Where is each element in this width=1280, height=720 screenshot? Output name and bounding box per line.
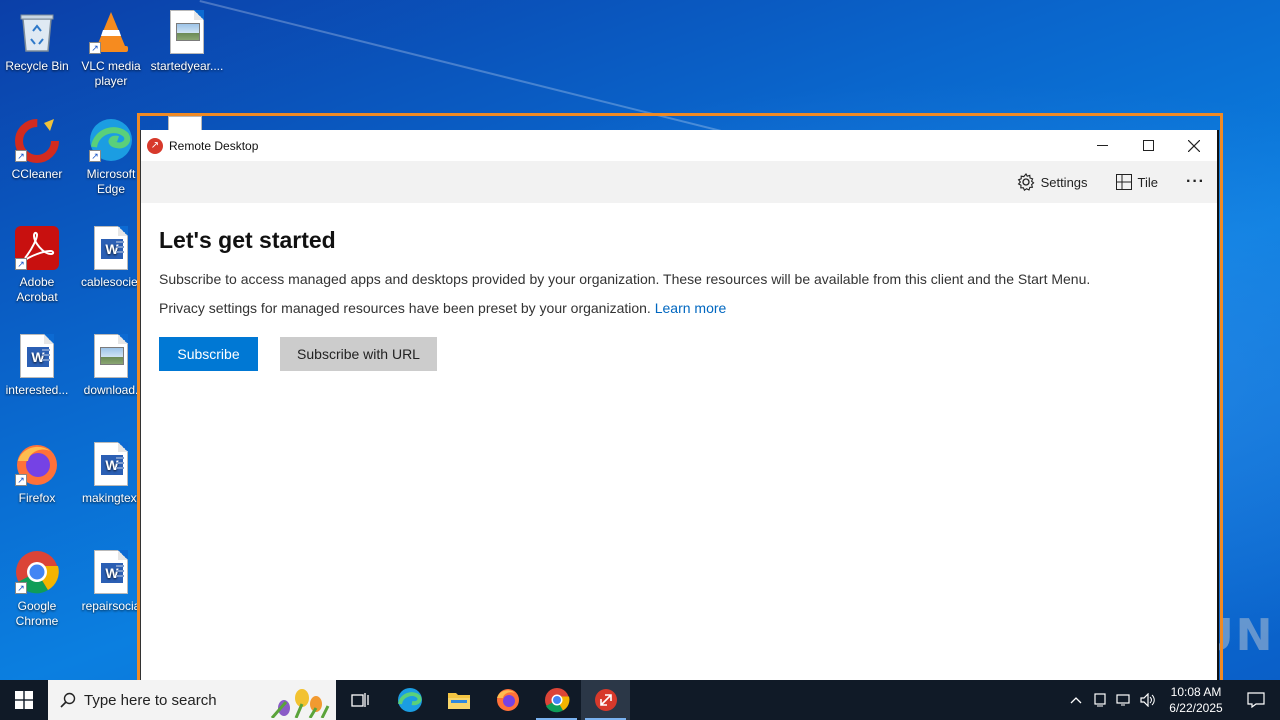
- shortcut-arrow-icon: ↗: [15, 258, 27, 270]
- ccleaner-icon: ↗: [13, 116, 61, 164]
- shortcut-arrow-icon: ↗: [15, 150, 27, 162]
- system-tray: 10:08 AM 6/22/2025: [1064, 680, 1280, 720]
- page-heading: Let's get started: [159, 227, 336, 253]
- maximize-icon: [1142, 140, 1154, 151]
- desktop-icon-recycle-bin[interactable]: Recycle Bin: [0, 8, 74, 74]
- shortcut-arrow-icon: ↗: [15, 474, 27, 486]
- task-view-button[interactable]: [336, 680, 385, 720]
- vlc-cone-icon: ↗: [87, 8, 135, 56]
- subscribe-description: Subscribe to access managed apps and des…: [159, 271, 1091, 287]
- taskbar-clock[interactable]: 10:08 AM 6/22/2025: [1166, 684, 1226, 716]
- action-buttons: Subscribe Subscribe with URL: [159, 337, 1199, 371]
- recycle-bin-icon: [13, 8, 61, 56]
- learn-more-link[interactable]: Learn more: [655, 300, 727, 316]
- word-document-icon: W: [87, 548, 135, 596]
- start-button[interactable]: [0, 680, 48, 720]
- remote-desktop-window: ↗ Remote Desktop Settings Tile ··· Let's…: [140, 130, 1219, 680]
- firefox-icon: ↗: [13, 440, 61, 488]
- more-options-button[interactable]: ···: [1186, 173, 1205, 191]
- search-placeholder: Type here to search: [84, 691, 217, 709]
- speaker-icon: [1140, 693, 1155, 707]
- volume-button[interactable]: [1136, 693, 1160, 707]
- window-title: Remote Desktop: [169, 138, 259, 153]
- gear-icon: [1017, 173, 1035, 191]
- shortcut-arrow-icon: ↗: [15, 582, 27, 594]
- microsoft-edge-icon: ↗: [87, 116, 135, 164]
- taskbar-chrome[interactable]: [532, 680, 581, 720]
- desktop-icon-label: interested...: [5, 383, 69, 397]
- taskbar: Type here to search 10:08 AM 6/22/2025: [0, 680, 1280, 720]
- network-icon: [1116, 694, 1130, 706]
- desktop-icon-label: Firefox: [18, 491, 56, 505]
- microsoft-edge-icon: [397, 688, 422, 712]
- desktop-icon-label: Adobe Acrobat: [16, 275, 58, 304]
- desktop-icon-label: startedyear....: [150, 59, 224, 73]
- desktop-icon-interested[interactable]: W interested...: [0, 332, 74, 398]
- search-highlight-flowers-icon: [270, 689, 330, 718]
- image-file-icon: [87, 332, 135, 380]
- minimize-icon: [1096, 145, 1108, 146]
- google-chrome-icon: ↗: [13, 548, 61, 596]
- tile-label: Tile: [1137, 174, 1159, 190]
- more-dots-icon: ···: [1186, 173, 1205, 190]
- folder-icon: [447, 693, 470, 709]
- desktop-icon-label: CCleaner: [11, 167, 63, 181]
- clock-date: 6/22/2025: [1169, 701, 1223, 715]
- desktop-icon-label: Google Chrome: [15, 599, 59, 628]
- google-chrome-icon: [544, 688, 569, 713]
- chevron-up-icon: [1070, 697, 1082, 704]
- word-document-icon: W: [87, 440, 135, 488]
- remote-desktop-icon: [594, 689, 617, 711]
- tile-grid-icon: [1115, 174, 1132, 190]
- firefox-icon: [496, 689, 519, 711]
- taskbar-edge[interactable]: [385, 680, 434, 720]
- image-file-icon: [163, 8, 211, 56]
- desktop-icon-label: VLC media player: [81, 59, 141, 88]
- privacy-text: Privacy settings for managed resources h…: [159, 300, 651, 316]
- desktop-icon-startedyear[interactable]: startedyear....: [150, 8, 224, 74]
- toolbar: Settings Tile ···: [141, 161, 1217, 203]
- network-button[interactable]: [1112, 693, 1136, 707]
- tile-view-button[interactable]: Tile: [1115, 174, 1159, 190]
- notification-icon: [1247, 692, 1265, 708]
- clock-time: 10:08 AM: [1170, 685, 1222, 699]
- shortcut-arrow-icon: ↗: [89, 150, 101, 162]
- desktop-icon-label: Recycle Bin: [5, 59, 69, 73]
- desktop-icon-vlc[interactable]: ↗ VLC media player: [74, 8, 148, 89]
- word-document-icon: W: [87, 224, 135, 272]
- desktop-icon-firefox[interactable]: ↗ Firefox: [0, 440, 74, 506]
- adobe-acrobat-icon: ↗: [13, 224, 61, 272]
- desktop-icon-google-chrome[interactable]: ↗ Google Chrome: [0, 548, 74, 629]
- remote-desktop-app-icon: ↗: [147, 137, 163, 154]
- privacy-note: Privacy settings for managed resources h…: [159, 300, 1199, 317]
- maximize-button[interactable]: [1125, 130, 1171, 161]
- task-view-icon: [350, 693, 369, 707]
- meet-now-button[interactable]: [1088, 693, 1112, 707]
- show-hidden-icons-button[interactable]: [1064, 696, 1088, 704]
- title-bar[interactable]: ↗ Remote Desktop: [141, 130, 1217, 161]
- search-icon: [60, 692, 76, 708]
- shortcut-arrow-icon: ↗: [89, 42, 101, 54]
- taskbar-search-box[interactable]: Type here to search: [48, 680, 336, 720]
- close-button[interactable]: [1171, 130, 1217, 161]
- taskbar-file-explorer[interactable]: [434, 680, 483, 720]
- main-content: Let's get started Subscribe to access ma…: [141, 203, 1217, 395]
- desktop-icon-ccleaner[interactable]: ↗ CCleaner: [0, 116, 74, 182]
- taskbar-firefox[interactable]: [483, 680, 532, 720]
- device-icon: [1094, 693, 1106, 707]
- action-center-button[interactable]: [1232, 680, 1280, 720]
- minimize-button[interactable]: [1079, 130, 1125, 161]
- word-document-icon: W: [13, 332, 61, 380]
- taskbar-remote-desktop[interactable]: [581, 680, 630, 720]
- close-icon: [1188, 139, 1200, 152]
- settings-button[interactable]: Settings: [1017, 173, 1088, 191]
- desktop-icon-adobe-acrobat[interactable]: ↗ Adobe Acrobat: [0, 224, 74, 305]
- windows-logo-icon: [15, 691, 33, 709]
- settings-label: Settings: [1040, 174, 1088, 190]
- subscribe-button[interactable]: Subscribe: [159, 337, 258, 371]
- subscribe-with-url-button[interactable]: Subscribe with URL: [280, 337, 437, 371]
